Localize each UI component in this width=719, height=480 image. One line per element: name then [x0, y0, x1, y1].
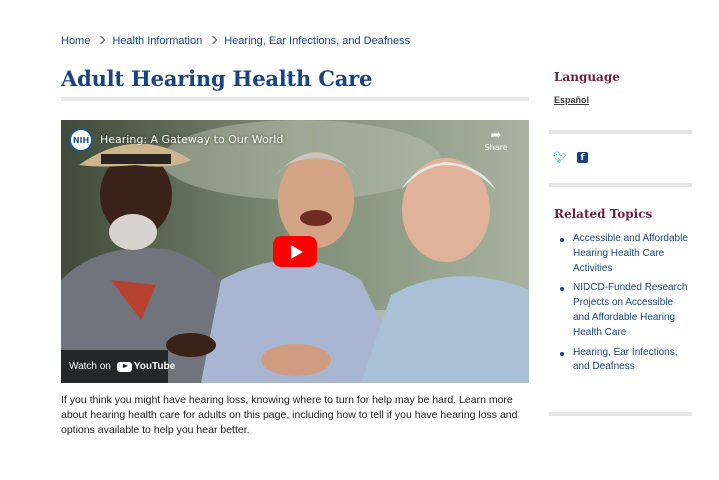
related-topic-link[interactable]: NIDCD-Funded Research Projects on Access…	[559, 281, 689, 340]
watch-on-label: Watch on	[69, 361, 111, 372]
share-label: Share	[484, 143, 508, 152]
twitter-icon[interactable]: 🐦︎	[553, 151, 567, 164]
chevron-right-icon	[208, 35, 218, 45]
breadcrumb-health-information[interactable]: Health Information	[112, 35, 202, 47]
play-button[interactable]	[273, 236, 317, 267]
chevron-right-icon	[97, 35, 106, 45]
language-heading: Language	[554, 70, 620, 84]
related-topics-list: Accessible and Affordable Hearing Health…	[559, 232, 689, 380]
related-topics-heading: Related Topics	[554, 207, 653, 221]
video-title[interactable]: Hearing: A Gateway to Our World	[100, 133, 283, 146]
language-link-espanol[interactable]: Español	[554, 95, 589, 105]
watch-on-youtube-button[interactable]: Watch on YouTube	[61, 350, 175, 383]
youtube-icon	[116, 361, 132, 372]
play-icon	[290, 244, 303, 259]
page-title: Adult Hearing Health Care	[61, 66, 373, 91]
share-arrow-icon: ➦	[490, 128, 502, 143]
facebook-icon[interactable]: f	[577, 152, 588, 163]
related-topic-link[interactable]: Accessible and Affordable Hearing Health…	[559, 232, 689, 276]
video-player[interactable]: NIH Hearing: A Gateway to Our World ➦ Sh…	[61, 120, 529, 383]
breadcrumb-hearing[interactable]: Hearing, Ear Infections, and Deafness	[224, 35, 410, 47]
share-button[interactable]: ➦ Share	[481, 128, 511, 153]
title-divider	[61, 97, 529, 101]
breadcrumb: Home Health Information Hearing, Ear Inf…	[61, 35, 410, 47]
youtube-logo: YouTube	[116, 361, 176, 372]
intro-paragraph: If you think you might have hearing loss…	[61, 394, 518, 436]
sidebar-divider	[549, 183, 692, 187]
breadcrumb-home[interactable]: Home	[61, 35, 90, 47]
related-topic-link[interactable]: Hearing, Ear Infections, and Deafness	[559, 346, 689, 376]
sidebar-divider	[549, 412, 692, 416]
channel-logo[interactable]: NIH	[69, 128, 93, 152]
sidebar-divider	[549, 130, 692, 134]
youtube-label: YouTube	[133, 361, 176, 372]
